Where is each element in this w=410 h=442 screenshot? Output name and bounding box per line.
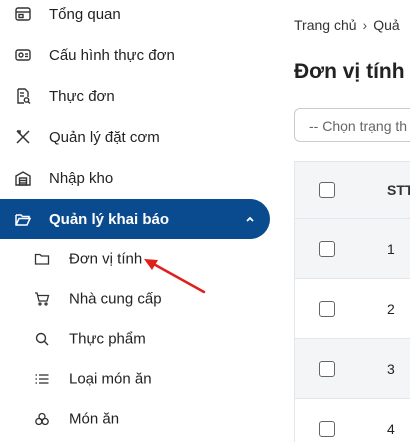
row-checkbox[interactable] <box>319 240 335 257</box>
column-header-stt: STT <box>387 182 410 198</box>
folder-open-icon <box>14 210 32 228</box>
cart-icon <box>34 291 50 307</box>
table-header-row: STT <box>295 162 410 219</box>
row-stt: 3 <box>387 360 395 377</box>
sidebar-item-overview[interactable]: Tổng quan <box>0 0 270 34</box>
chevron-up-icon[interactable] <box>244 213 256 225</box>
sidebar-item-label: Tổng quan <box>49 5 121 23</box>
dish-icon <box>34 411 50 427</box>
sidebar-subitem-unit[interactable]: Đơn vị tính <box>0 240 270 278</box>
sidebar-subitem-dish[interactable]: Món ăn <box>0 400 270 438</box>
sidebar-item-declaration[interactable]: Quản lý khai báo <box>0 199 270 239</box>
table-row[interactable]: 3 <box>295 339 410 399</box>
sidebar: Tổng quan Cấu hình thực đơn Thực đơn Quả… <box>0 0 280 442</box>
sidebar-subitem-dish-type[interactable]: Loại món ăn <box>0 360 270 398</box>
breadcrumb: Trang chủ › Quả <box>294 17 400 33</box>
sidebar-subitem-label: Loại món ăn <box>69 370 152 388</box>
row-checkbox[interactable] <box>319 300 335 317</box>
folder-icon <box>34 251 50 267</box>
document-search-icon <box>14 87 32 105</box>
menu-config-icon <box>14 46 32 64</box>
list-icon <box>34 371 50 387</box>
sidebar-item-menu[interactable]: Thực đơn <box>0 76 270 116</box>
row-checkbox[interactable] <box>319 360 335 377</box>
select-all-checkbox[interactable] <box>319 182 335 198</box>
sidebar-subitem-label: Đơn vị tính <box>69 250 143 268</box>
utensils-icon <box>14 128 32 146</box>
row-stt: 4 <box>387 420 395 437</box>
row-stt: 2 <box>387 300 395 317</box>
row-stt: 1 <box>387 240 395 257</box>
breadcrumb-current[interactable]: Quả <box>373 17 399 33</box>
data-table: STT 1 2 3 4 <box>294 161 410 442</box>
main-content: Trang chủ › Quả Đơn vị tính -- Chọn trạng … <box>280 0 410 442</box>
chevron-right-icon: › <box>362 17 368 33</box>
sidebar-item-label: Quản lý đặt cơm <box>49 128 160 146</box>
row-checkbox[interactable] <box>319 420 335 437</box>
warehouse-icon <box>14 169 32 187</box>
sidebar-subitem-label: Nhà cung cấp <box>69 290 162 308</box>
table-row[interactable]: 1 <box>295 219 410 279</box>
sidebar-item-label: Nhập kho <box>49 169 114 187</box>
status-filter-placeholder: -- Chọn trạng th <box>309 118 408 134</box>
sidebar-item-menu-config[interactable]: Cấu hình thực đơn <box>0 35 270 75</box>
sidebar-item-meal-booking[interactable]: Quản lý đặt cơm <box>0 117 270 157</box>
sidebar-subitem-label: Thực phẩm <box>69 330 146 348</box>
search-icon <box>34 331 50 347</box>
sidebar-item-warehouse[interactable]: Nhập kho <box>0 158 270 198</box>
table-row[interactable]: 4 <box>295 399 410 442</box>
status-filter-select[interactable]: -- Chọn trạng th <box>294 108 410 142</box>
sidebar-item-label: Thực đơn <box>49 87 115 105</box>
breadcrumb-home[interactable]: Trang chủ <box>294 17 357 33</box>
sidebar-subitem-label: Món ăn <box>69 410 120 428</box>
table-row[interactable]: 2 <box>295 279 410 339</box>
sidebar-item-label: Quản lý khai báo <box>49 210 170 228</box>
page-title: Đơn vị tính <box>294 60 405 83</box>
sidebar-subitem-supplier[interactable]: Nhà cung cấp <box>0 280 270 318</box>
dashboard-icon <box>14 5 32 23</box>
sidebar-item-label: Cấu hình thực đơn <box>49 46 175 64</box>
sidebar-subitem-food[interactable]: Thực phẩm <box>0 320 270 358</box>
